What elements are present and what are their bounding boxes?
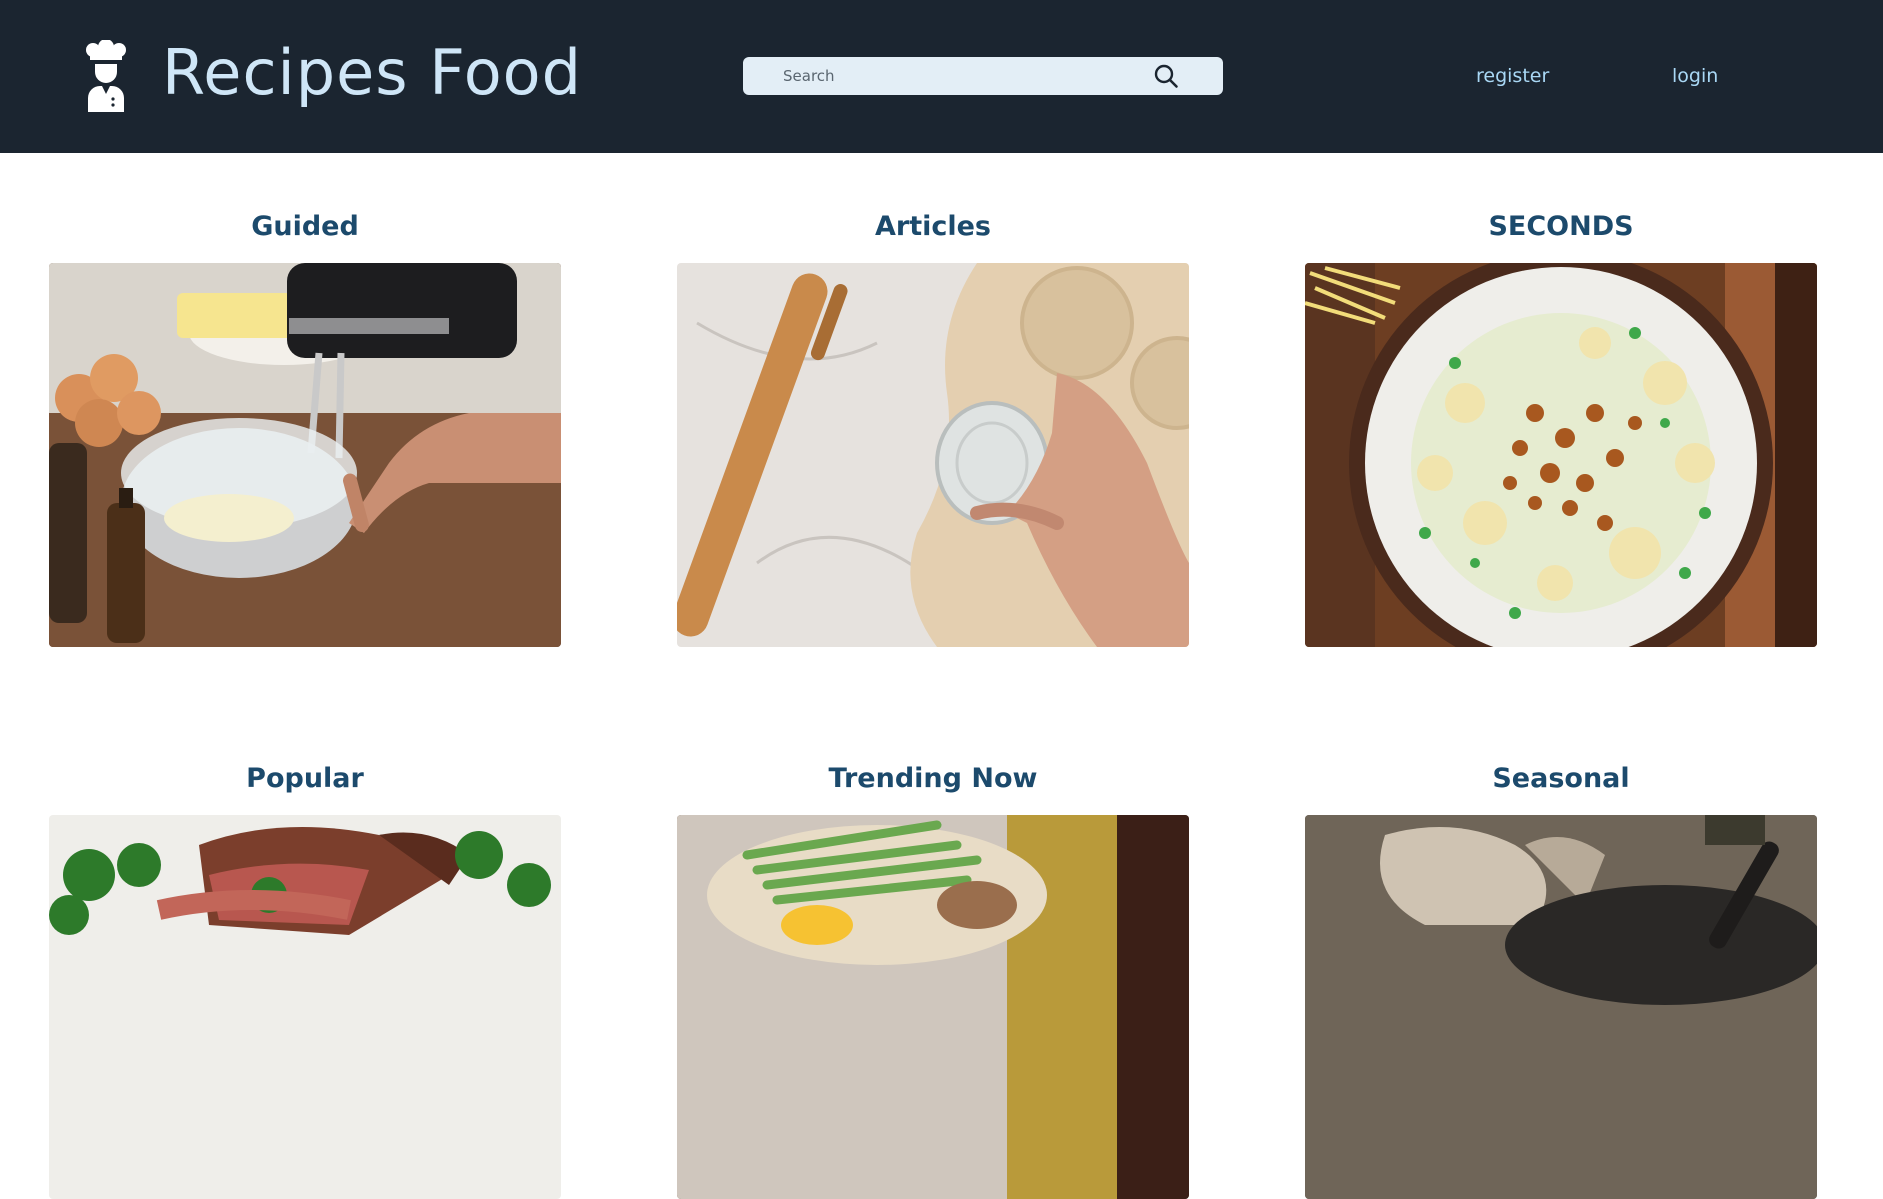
register-link[interactable]: register	[1476, 63, 1549, 89]
card-image-popular[interactable]	[49, 815, 561, 1199]
card-image-seconds[interactable]	[1305, 263, 1817, 647]
chef-icon[interactable]	[80, 40, 132, 112]
search-icon[interactable]	[1153, 63, 1179, 89]
card-title-articles[interactable]: Articles	[677, 209, 1189, 245]
card-image-seasonal[interactable]	[1305, 815, 1817, 1199]
login-link[interactable]: login	[1672, 63, 1718, 89]
card-title-seasonal[interactable]: Seasonal	[1305, 761, 1817, 797]
search-bar	[743, 57, 1223, 95]
card-image-trending-now[interactable]	[677, 815, 1189, 1199]
card-title-trending-now[interactable]: Trending Now	[677, 761, 1189, 797]
card-title-popular[interactable]: Popular	[49, 761, 561, 797]
card-image-guided[interactable]	[49, 263, 561, 647]
search-input[interactable]	[783, 57, 1163, 95]
card-title-guided[interactable]: Guided	[49, 209, 561, 245]
card-title-seconds[interactable]: SECONDS	[1305, 209, 1817, 245]
card-image-articles[interactable]	[677, 263, 1189, 647]
site-brand[interactable]: Recipes Food	[162, 34, 582, 112]
